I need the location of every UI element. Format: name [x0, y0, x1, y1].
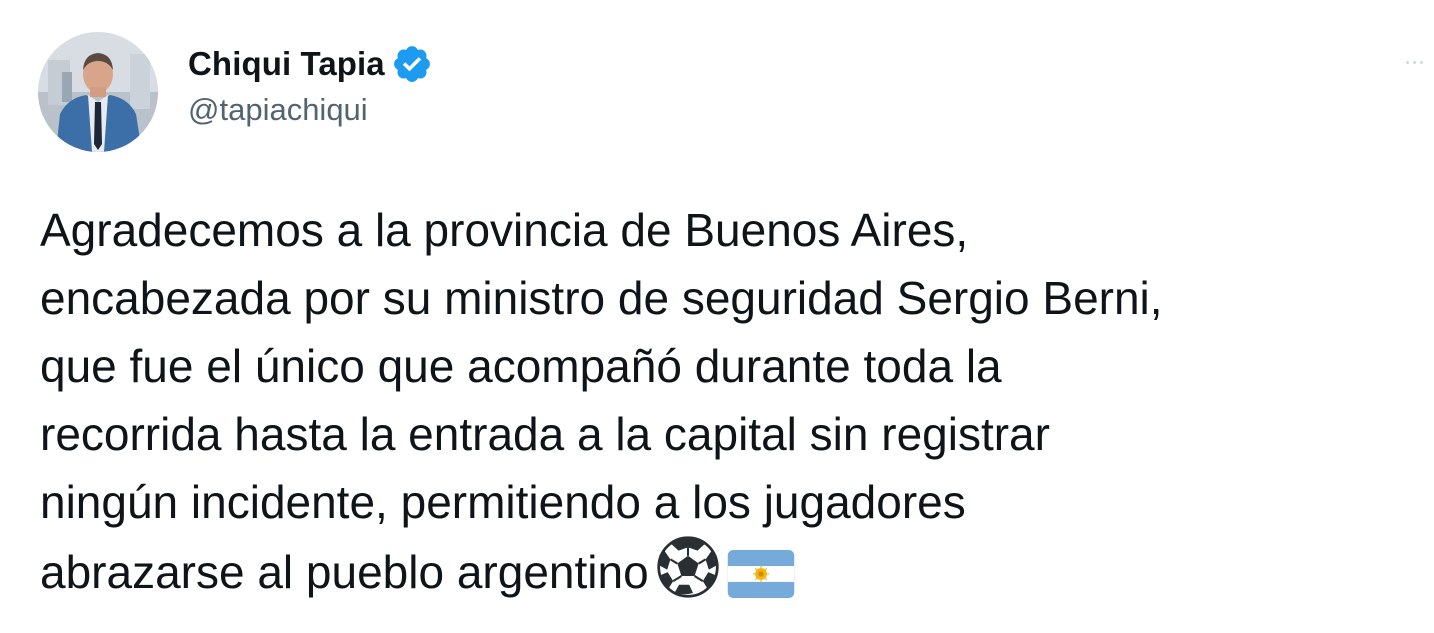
- user-handle[interactable]: @tapiachiqui: [188, 92, 368, 128]
- tweet-line: ningún incidente, permitiendo a los juga…: [40, 476, 966, 528]
- user-name-row: Chiqui Tapia: [188, 42, 433, 86]
- tweet-line-text: abrazarse al pueblo argentino: [40, 546, 649, 598]
- avatar-photo: [38, 32, 158, 152]
- tweet-line: que fue el único que acompañó durante to…: [40, 340, 1002, 392]
- more-options-icon[interactable]: [1406, 58, 1424, 66]
- tweet-text: Agradecemos a la provincia de Buenos Air…: [40, 196, 1425, 616]
- verified-badge-icon: [391, 43, 433, 85]
- display-name[interactable]: Chiqui Tapia: [188, 45, 385, 83]
- argentina-flag-icon: [727, 548, 795, 616]
- tweet-line: recorrida hasta la entrada a la capital …: [40, 408, 1050, 460]
- soccer-ball-icon: [657, 536, 719, 616]
- avatar[interactable]: [38, 32, 158, 152]
- tweet-line-last: abrazarse al pueblo argentino: [40, 536, 1425, 616]
- tweet-line: Agradecemos a la provincia de Buenos Air…: [40, 204, 969, 256]
- tweet-card: Chiqui Tapia @tapiachiqui Agradecemos a …: [0, 0, 1434, 633]
- tweet-line: encabezada por su ministro de seguridad …: [40, 272, 1163, 324]
